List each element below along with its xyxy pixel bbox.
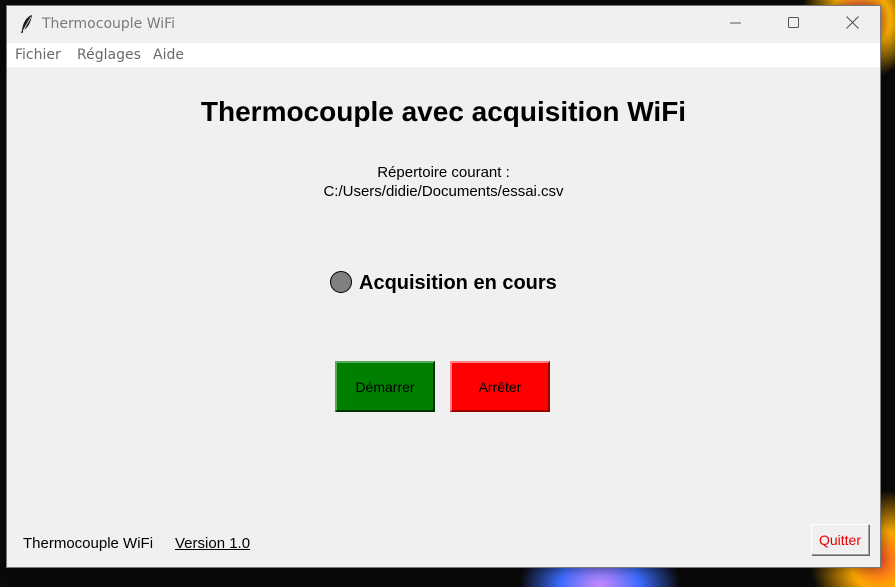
minimize-icon [730, 16, 742, 34]
acquisition-status-indicator [330, 271, 352, 293]
minimize-button[interactable] [707, 6, 765, 43]
page-title: Thermocouple avec acquisition WiFi [200, 96, 687, 127]
app-window: Thermocouple WiFi Fichier Réglages Aide … [6, 5, 881, 568]
close-button[interactable] [823, 6, 881, 43]
maximize-icon [788, 16, 800, 34]
directory-label: Répertoire courant : [377, 164, 510, 181]
window-title: Thermocouple WiFi [42, 16, 176, 32]
menu-bar: Fichier Réglages Aide [7, 43, 880, 67]
directory-path: C:/Users/didie/Documents/essai.csv [323, 183, 564, 200]
footer-app-name: Thermocouple WiFi [23, 535, 154, 552]
maximize-button[interactable] [765, 6, 823, 43]
acquisition-status-label: Acquisition en cours [359, 272, 557, 294]
start-button[interactable]: Démarrer [335, 361, 435, 412]
close-icon [845, 15, 859, 34]
menu-fichier[interactable]: Fichier [15, 47, 61, 63]
menu-aide[interactable]: Aide [153, 47, 184, 63]
menu-reglages[interactable]: Réglages [77, 47, 141, 63]
title-bar[interactable]: Thermocouple WiFi [7, 6, 880, 43]
version-link[interactable]: Version 1.0 [175, 535, 250, 552]
stop-button[interactable]: Arrêter [450, 361, 550, 412]
quit-button[interactable]: Quitter [811, 524, 869, 555]
feather-icon [20, 14, 34, 34]
